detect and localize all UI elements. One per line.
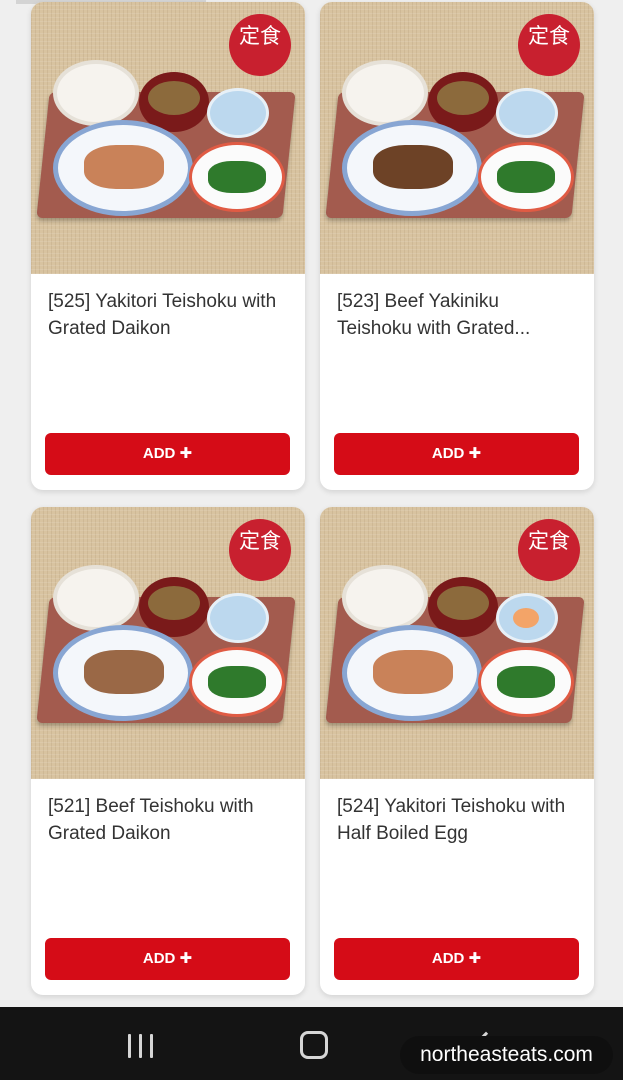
teishoku-seal-logo: 定食 xyxy=(229,519,291,581)
menu-item-card[interactable]: 定食 [525] Yakitori Teishoku with Grated D… xyxy=(31,2,305,490)
add-button[interactable]: ADD ✚ xyxy=(334,938,579,980)
rice-bowl xyxy=(53,60,139,126)
menu-item-card[interactable]: 定食 [523] Beef Yakiniku Teishoku with Gra… xyxy=(320,2,594,490)
menu-grid: 定食 [525] Yakitori Teishoku with Grated D… xyxy=(0,0,623,1007)
vegetable-plate xyxy=(478,647,574,717)
item-title: [525] Yakitori Teishoku with Grated Daik… xyxy=(48,291,277,339)
teishoku-seal-logo: 定食 xyxy=(518,14,580,76)
main-dish-plate xyxy=(342,625,482,721)
main-dish-plate xyxy=(53,120,193,216)
side-dish-bowl xyxy=(207,593,269,643)
menu-item-card[interactable]: 定食 [524] Yakitori Teishoku with Half Boi… xyxy=(320,507,594,995)
rice-bowl xyxy=(342,60,428,126)
teishoku-seal-logo: 定食 xyxy=(229,14,291,76)
vegetable-plate xyxy=(189,647,285,717)
item-title: [524] Yakitori Teishoku with Half Boiled… xyxy=(337,796,566,844)
main-dish-plate xyxy=(53,625,193,721)
teishoku-seal-logo: 定食 xyxy=(518,519,580,581)
vegetable-plate xyxy=(189,142,285,212)
dish-photo: 定食 xyxy=(31,507,305,779)
add-button[interactable]: ADD ✚ xyxy=(45,938,290,980)
dish-photo: 定食 xyxy=(320,507,594,779)
add-button[interactable]: ADD ✚ xyxy=(334,433,579,475)
rice-bowl xyxy=(342,565,428,631)
side-dish-bowl xyxy=(496,88,558,138)
recents-icon[interactable] xyxy=(126,1034,156,1058)
dish-photo: 定食 xyxy=(320,2,594,274)
side-dish-bowl xyxy=(207,88,269,138)
half-boiled-egg-bowl xyxy=(496,593,558,643)
rice-bowl xyxy=(53,565,139,631)
add-button[interactable]: ADD ✚ xyxy=(45,433,290,475)
watermark: northeasteats.com xyxy=(400,1036,613,1074)
home-icon[interactable] xyxy=(300,1031,328,1059)
item-title: [523] Beef Yakiniku Teishoku with Grated… xyxy=(337,291,531,339)
menu-item-card[interactable]: 定食 [521] Beef Teishoku with Grated Daiko… xyxy=(31,507,305,995)
item-title: [521] Beef Teishoku with Grated Daikon xyxy=(48,796,254,844)
dish-photo: 定食 xyxy=(31,2,305,274)
main-dish-plate xyxy=(342,120,482,216)
vegetable-plate xyxy=(478,142,574,212)
